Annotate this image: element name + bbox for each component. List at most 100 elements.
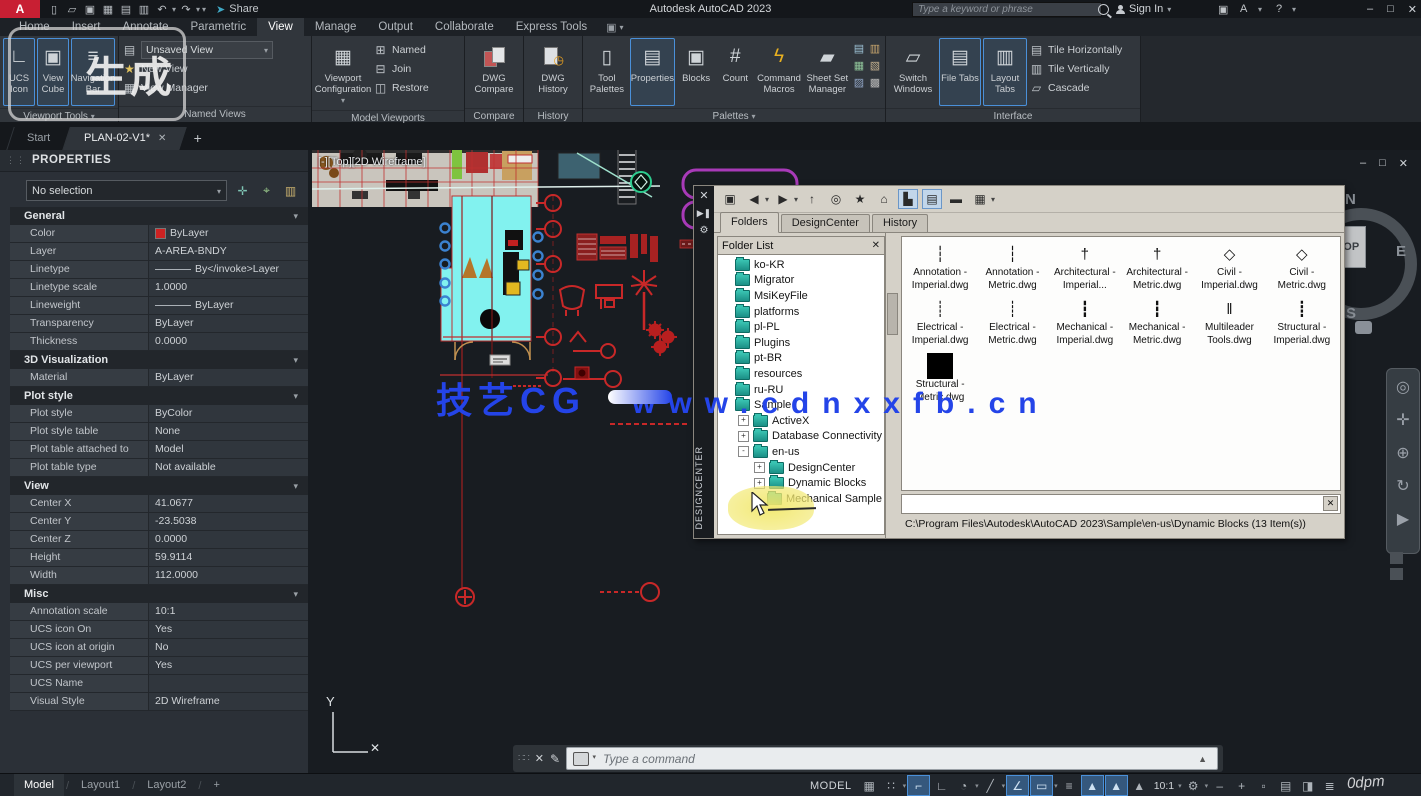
tree-item-pt-br[interactable]: pt-BR (718, 351, 884, 367)
command-line-close-icon[interactable]: ✕ (535, 752, 544, 765)
tree-item-database-connectivity[interactable]: +Database Connectivity (718, 429, 884, 445)
help-icon[interactable]: ? (1276, 0, 1282, 18)
tree-item-plugins[interactable]: Plugins (718, 335, 884, 351)
hardware-acceleration[interactable]: ▤ (1275, 776, 1296, 795)
search-icon[interactable]: ◎ (826, 189, 846, 209)
account-dropdown[interactable] (1258, 0, 1262, 18)
ortho-mode[interactable]: ⌐ (907, 775, 930, 796)
dwg-item-multileader-tools-dwg[interactable]: ‖Multileader Tools.dwg (1193, 296, 1265, 347)
print-preview-button[interactable]: ▥ (136, 3, 152, 16)
lineweight-display[interactable]: ▭ (1030, 775, 1053, 796)
drawing-close-button[interactable]: ✕ (1399, 157, 1408, 170)
viewcube-east[interactable]: E (1396, 243, 1406, 260)
model-space-indicator[interactable]: MODEL (810, 780, 852, 792)
dwg-item-civil-imperial-dwg[interactable]: ◇Civil - Imperial.dwg (1193, 241, 1265, 292)
new-file-button[interactable]: ▯ (46, 3, 62, 16)
save-button[interactable]: ▣ (82, 3, 98, 16)
open-file-button[interactable]: ▱ (64, 3, 80, 16)
tree-item-en-us[interactable]: -en-us (718, 444, 884, 460)
ribbon-tab-express-tools[interactable]: Express Tools (505, 18, 598, 36)
restore-button[interactable]: □ (1387, 3, 1394, 15)
snap-mode-dropdown[interactable]: ▾ (903, 782, 907, 790)
tree-item-platforms[interactable]: platforms (718, 304, 884, 320)
sign-in-button[interactable]: Sign In (1116, 0, 1171, 18)
property-value-material[interactable]: ByLayer (148, 369, 308, 386)
property-value-thickness[interactable]: 0.0000 (148, 333, 308, 350)
pickadd-toggle-icon[interactable]: ✛ (233, 181, 252, 200)
restore-viewports-button[interactable]: ◫ Restore (373, 79, 429, 97)
object-snap-tracking-dropdown[interactable]: ▾ (1002, 782, 1006, 790)
dc-tab-designcenter[interactable]: DesignCenter (781, 214, 870, 232)
property-value-plot-style-table[interactable]: None (148, 423, 308, 440)
ribbon-tab-view[interactable]: View (257, 18, 304, 36)
tree-item-ru-ru[interactable]: ru-RU (718, 382, 884, 398)
property-value-width[interactable]: 112.0000 (148, 567, 308, 584)
full-navigation-wheel-icon[interactable]: ◎ (1396, 375, 1410, 399)
palette-grip[interactable]: ⋮⋮ (6, 155, 26, 166)
dwg-item-electrical-imperial-dwg[interactable]: ┊Electrical - Imperial.dwg (904, 296, 976, 347)
save-as-button[interactable]: ▦ (100, 3, 116, 16)
file-tabs-button[interactable]: ▤ File Tabs (939, 38, 981, 106)
property-value-lineweight[interactable]: ByLayer (148, 297, 308, 314)
tile-vertically-button[interactable]: ▥ Tile Vertically (1029, 60, 1122, 78)
property-value-height[interactable]: 59.9114 (148, 549, 308, 566)
collapse-chevron-icon[interactable]: ▾ (293, 481, 298, 492)
redo-button-dropdown[interactable]: ▾ (196, 5, 200, 14)
description-icon[interactable]: ▬ (946, 189, 966, 209)
dwg-item-architectural-metric-dwg[interactable]: †Architectural - Metric.dwg (1121, 241, 1193, 292)
dwg-item-electrical-metric-dwg[interactable]: ┊Electrical - Metric.dwg (976, 296, 1048, 347)
close-button[interactable]: ✕ (1408, 3, 1417, 16)
load-icon[interactable]: ▣ (720, 189, 740, 209)
pan-icon[interactable]: ✛ (1396, 408, 1409, 432)
tile-horizontally-button[interactable]: ▤ Tile Horizontally (1029, 41, 1122, 59)
layout-tab-[interactable]: + (203, 774, 229, 796)
showmotion-icon[interactable]: ▶ (1397, 507, 1409, 531)
command-input[interactable]: Type a command ▲ (566, 747, 1218, 770)
tree-item-msikeyfile[interactable]: MsiKeyFile (718, 288, 884, 304)
home-icon[interactable]: ⌂ (874, 189, 894, 209)
drawing-restore-button[interactable]: □ (1379, 157, 1386, 170)
property-value-ucs-icon-on[interactable]: Yes (148, 621, 308, 638)
redo-button[interactable]: ↷ (178, 3, 194, 16)
count-button[interactable]: # Count (717, 38, 753, 106)
isolate-objects[interactable]: ▫ (1253, 776, 1274, 795)
palette-mini-icon-3[interactable]: ▦ (852, 59, 866, 74)
annotation-scale-dropdown[interactable]: ▾ (1178, 782, 1182, 790)
designcenter-close-icon[interactable]: ✕ (699, 189, 708, 202)
property-value-color[interactable]: ByLayer (148, 225, 308, 242)
property-value-ucs-per-viewport[interactable]: Yes (148, 657, 308, 674)
isometric-drafting[interactable]: ◔ (953, 776, 974, 795)
section-header-misc[interactable]: Misc▾ (10, 585, 308, 603)
snap-mode[interactable]: ∷ (881, 776, 902, 795)
forward-icon-dropdown[interactable]: ▾ (794, 195, 798, 204)
expand-box-icon[interactable]: + (754, 462, 765, 473)
undo-button-dropdown[interactable]: ▾ (172, 5, 176, 14)
tree-item-activex[interactable]: +ActiveX (718, 413, 884, 429)
annotation-scale-icon[interactable]: ▲ (1129, 776, 1150, 795)
viewport-controls-label[interactable]: [-][Top][2D Wireframe] (318, 156, 426, 168)
palette-mini-icon-4[interactable]: ▧ (868, 59, 882, 74)
dwg-item-civil-metric-dwg[interactable]: ◇Civil - Metric.dwg (1266, 241, 1338, 292)
dc-tab-folders[interactable]: Folders (720, 212, 779, 233)
recent-commands-icon[interactable] (573, 752, 589, 766)
customization[interactable]: ≣ (1319, 776, 1340, 795)
tree-item-pl-pl[interactable]: pl-PL (718, 319, 884, 335)
up-icon[interactable]: ↑ (802, 189, 822, 209)
property-value-ucs-name[interactable] (148, 675, 308, 692)
autodesk-account-icon[interactable]: A (1240, 0, 1247, 18)
tree-view-toggle-icon[interactable]: ▙ (898, 189, 918, 209)
palette-mini-icon-1[interactable]: ▤ (852, 42, 866, 57)
object-snap[interactable]: ∠ (1006, 775, 1029, 796)
dwg-item-annotation-imperial-dwg[interactable]: ┆Annotation - Imperial.dwg (904, 241, 976, 292)
dwg-item-architectural-imperial[interactable]: †Architectural - Imperial... (1049, 241, 1121, 292)
property-value-plot-table-attached-to[interactable]: Model (148, 441, 308, 458)
select-objects-icon[interactable]: ⌖ (257, 181, 276, 200)
viewcube-wcs-button[interactable] (1355, 321, 1372, 334)
collapse-chevron-icon[interactable]: ▾ (293, 391, 298, 402)
grid-display[interactable]: ▦ (859, 776, 880, 795)
new-drawing-tab-button[interactable]: + (194, 127, 202, 150)
back-icon-dropdown[interactable]: ▾ (765, 195, 769, 204)
palette-mini-icon-5[interactable]: ▨ (852, 76, 866, 91)
ribbon-tab-output[interactable]: Output (367, 18, 424, 36)
property-value-linetype-scale[interactable]: 1.0000 (148, 279, 308, 296)
